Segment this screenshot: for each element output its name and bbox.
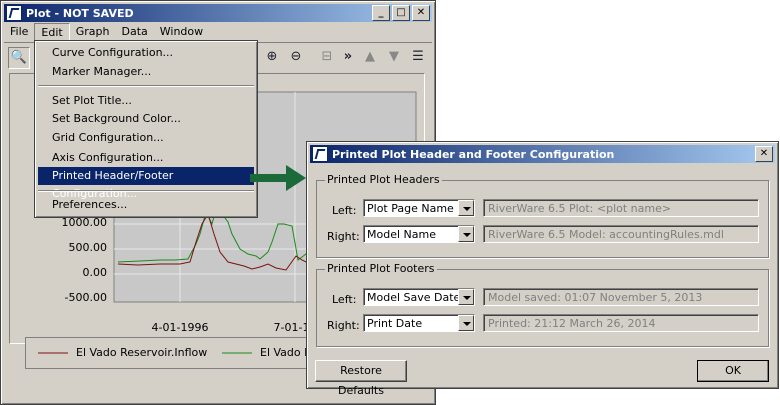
legend-other-label: El Vado F — [260, 346, 311, 359]
header-left-value: Plot Page Name — [367, 202, 454, 215]
header-left-select[interactable]: Plot Page Name — [363, 199, 475, 217]
restore-defaults-button[interactable]: Restore Defaults — [315, 360, 407, 397]
more-icon[interactable]: » — [338, 47, 358, 67]
y-tick-0: 0.00 — [83, 266, 108, 279]
footer-right-preview: Printed: 21:12 March 26, 2014 — [483, 314, 759, 332]
header-right-label: Right: — [327, 230, 360, 243]
header-right-preview: RiverWare 6.5 Model: accountingRules.mdl — [483, 225, 759, 243]
dialog-titlebar: Printed Plot Header and Footer Configura… — [310, 145, 775, 163]
menu-separator — [38, 190, 254, 192]
menu-graph[interactable]: Graph — [70, 23, 116, 41]
chevron-down-icon[interactable] — [458, 289, 474, 305]
y-tick-500: 500.00 — [69, 241, 108, 254]
menu-item-curve-configuration[interactable]: Curve Configuration... — [38, 44, 254, 62]
legend-inflow-label: El Vado Reservoir.Inflow — [76, 346, 208, 359]
callout-arrow-icon — [250, 165, 306, 191]
plot-window-title: Plot - NOT SAVED — [26, 6, 134, 20]
header-footer-dialog: Printed Plot Header and Footer Configura… — [306, 141, 779, 397]
zoom-in-icon[interactable]: ⊕ — [262, 47, 282, 67]
footers-group-title: Printed Plot Footers — [325, 262, 437, 275]
footer-left-label: Left: — [332, 293, 357, 306]
menu-item-set-plot-title[interactable]: Set Plot Title... — [38, 92, 254, 110]
menu-item-axis-configuration[interactable]: Axis Configuration... — [38, 149, 254, 167]
ok-button[interactable]: OK — [697, 360, 769, 382]
menu-edit[interactable]: Edit — [34, 23, 70, 41]
menu-separator — [38, 85, 254, 87]
edit-menu-dropdown: Curve Configuration... Marker Manager...… — [34, 40, 258, 218]
footer-right-value: Print Date — [367, 317, 423, 330]
y-tick-neg500: -500.00 — [65, 291, 107, 304]
minimize-icon[interactable]: _ — [372, 5, 390, 21]
plot-window-titlebar: Plot - NOT SAVED _ □ ✕ — [4, 4, 432, 22]
close-icon[interactable]: ✕ — [755, 146, 773, 162]
header-right-value: Model Name — [367, 228, 436, 241]
menu-item-set-background-color[interactable]: Set Background Color... — [38, 110, 254, 128]
dialog-title: Printed Plot Header and Footer Configura… — [332, 147, 615, 161]
list-icon[interactable]: ☰ — [408, 47, 428, 67]
menu-item-preferences[interactable]: Preferences... — [38, 196, 254, 214]
footer-left-select[interactable]: Model Save Date — [363, 288, 475, 306]
footer-left-value: Model Save Date — [367, 291, 461, 304]
maximize-icon[interactable]: □ — [392, 5, 410, 21]
chevron-down-icon[interactable] — [458, 315, 474, 331]
menu-data[interactable]: Data — [115, 23, 153, 41]
headers-group-title: Printed Plot Headers — [325, 173, 442, 186]
close-icon[interactable]: ✕ — [412, 5, 430, 21]
axis-up-icon[interactable]: ▲ — [360, 47, 380, 67]
header-left-preview: RiverWare 6.5 Plot: <plot name> — [483, 199, 759, 217]
footer-left-preview: Model saved: 01:07 November 5, 2013 — [483, 288, 759, 306]
riverware-app-icon — [6, 5, 22, 21]
header-right-select[interactable]: Model Name — [363, 225, 475, 243]
menu-item-grid-configuration[interactable]: Grid Configuration... — [38, 129, 254, 147]
chevron-down-icon[interactable] — [458, 200, 474, 216]
menu-item-printed-header-footer[interactable]: Printed Header/Footer Configuration... — [38, 167, 254, 200]
riverware-app-icon — [312, 146, 328, 162]
footer-right-label: Right: — [327, 319, 360, 332]
footers-group: Printed Plot Footers Left: Model Save Da… — [316, 262, 769, 347]
footer-right-select[interactable]: Print Date — [363, 314, 475, 332]
headers-group: Printed Plot Headers Left: Plot Page Nam… — [316, 173, 769, 258]
menu-item-marker-manager[interactable]: Marker Manager... — [38, 63, 254, 81]
x-tick-1: 4-01-1996 — [152, 321, 209, 334]
chevron-down-icon[interactable] — [458, 226, 474, 242]
header-left-label: Left: — [332, 204, 357, 217]
menu-window[interactable]: Window — [154, 23, 209, 41]
legend-inflow-swatch — [38, 352, 68, 354]
split-icon[interactable]: ⊟ — [317, 47, 337, 67]
legend-other-swatch — [222, 352, 252, 354]
zoom-select-icon[interactable]: 🔍 — [8, 47, 30, 69]
zoom-out-icon[interactable]: ⊖ — [286, 47, 306, 67]
menu-file[interactable]: File — [4, 23, 34, 41]
axis-down-icon[interactable]: ▼ — [384, 47, 404, 67]
plot-menubar: File Edit Graph Data Window — [4, 23, 432, 41]
